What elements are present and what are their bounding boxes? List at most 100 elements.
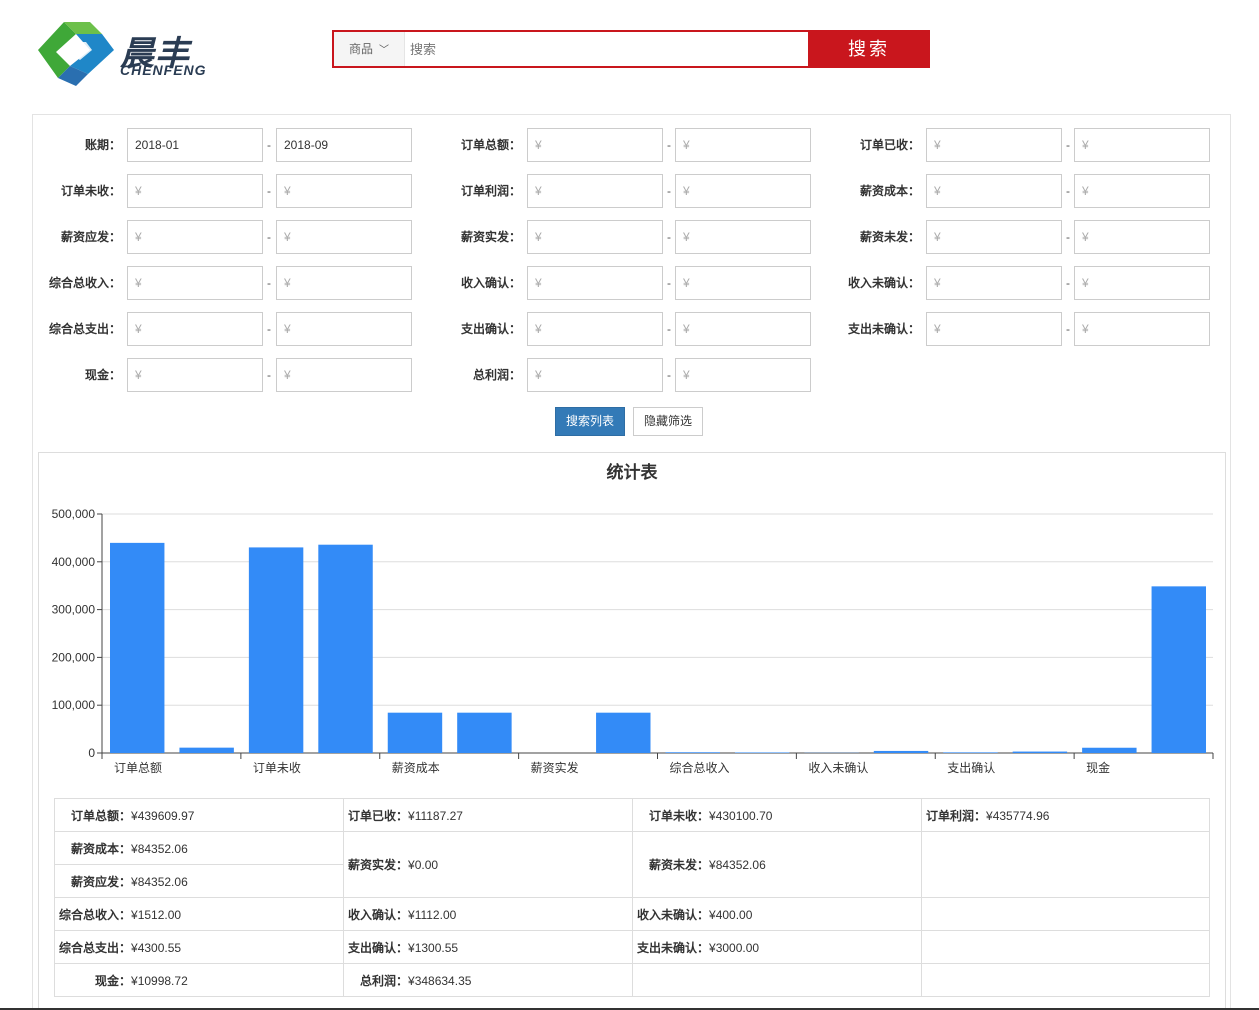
range-separator: - <box>667 184 671 198</box>
filter-from-input[interactable]: ¥ <box>527 174 663 208</box>
filter-to-input[interactable]: ¥ <box>675 312 811 346</box>
stat-label: 总利润： <box>360 973 409 988</box>
y-tick-label: 400,000 <box>52 555 96 569</box>
range-separator: - <box>267 368 271 382</box>
table-row: 订单总额：¥439609.97 订单已收：¥11187.27 订单未收：¥430… <box>54 798 1210 832</box>
stat-cell: 薪资应发：¥84352.06 <box>54 864 344 898</box>
hide-filter-button[interactable]: 隐藏筛选 <box>633 407 703 436</box>
search-bar: 商品 ﹀ 搜索 <box>332 30 930 68</box>
range-separator: - <box>667 368 671 382</box>
filter-from-input[interactable]: 2018-01 <box>127 128 263 162</box>
x-tick-label: 综合总收入 <box>670 760 730 775</box>
filter-to-input[interactable]: ¥ <box>675 174 811 208</box>
y-tick-label: 100,000 <box>52 698 96 712</box>
stat-label: 收入未确认： <box>637 907 710 922</box>
filter-label: 薪资未发： <box>859 230 920 244</box>
stat-cell: 综合总支出：¥4300.55 <box>54 930 344 964</box>
filter-from-input[interactable]: ¥ <box>926 220 1062 254</box>
filter-to-input[interactable]: ¥ <box>675 358 811 392</box>
bar-chart: 0 100,000 200,000 300,000 400,000 500,000 订单总额… <box>52 507 1214 775</box>
stat-cell: 薪资实发：¥0.00 <box>343 831 633 898</box>
filter-from-input[interactable]: ¥ <box>527 312 663 346</box>
filter-from-input[interactable]: ¥ <box>926 174 1062 208</box>
filter-from-input[interactable]: ¥ <box>127 220 263 254</box>
filter-from-input[interactable]: ¥ <box>527 128 663 162</box>
bar <box>179 747 234 753</box>
search-list-button[interactable]: 搜索列表 <box>555 407 625 436</box>
filter-label: 现金： <box>84 368 121 382</box>
stat-cell-empty <box>632 963 922 997</box>
filter-from-input[interactable]: ¥ <box>926 312 1062 346</box>
range-separator: - <box>667 276 671 290</box>
y-tick-label: 200,000 <box>52 650 96 664</box>
filter-from-input[interactable]: ¥ <box>926 266 1062 300</box>
bar <box>873 750 929 753</box>
stat-cell: 薪资未发：¥84352.06 <box>632 831 922 898</box>
filter-to-input[interactable]: ¥ <box>1074 128 1210 162</box>
stat-cell: 订单未收：¥430100.70 <box>632 798 922 832</box>
stat-label: 订单利润： <box>926 808 987 823</box>
filter-from-input[interactable]: ¥ <box>127 312 263 346</box>
filter-to-input[interactable]: ¥ <box>1074 220 1210 254</box>
table-row: 综合总支出：¥4300.55 支出确认：¥1300.55 支出未确认：¥3000… <box>54 930 1210 964</box>
table-row: 综合总收入：¥1512.00 收入确认：¥1112.00 收入未确认：¥400.… <box>54 897 1210 931</box>
filter-to-input[interactable]: ¥ <box>1074 174 1210 208</box>
filter-from-input[interactable]: ¥ <box>926 128 1062 162</box>
filter-label: 订单利润： <box>460 184 521 198</box>
range-separator: - <box>1066 230 1070 244</box>
search-input[interactable] <box>406 32 814 66</box>
stat-cell: 收入未确认：¥400.00 <box>632 897 922 931</box>
range-separator: - <box>267 138 271 152</box>
filter-from-input[interactable]: ¥ <box>527 358 663 392</box>
filter-to-input[interactable]: ¥ <box>276 266 412 300</box>
bar <box>665 752 720 753</box>
stat-value: ¥10998.72 <box>131 973 188 988</box>
filter-from-input[interactable]: ¥ <box>127 174 263 208</box>
chevron-down-icon: ﹀ <box>379 45 389 56</box>
filter-label: 收入未确认： <box>847 276 920 290</box>
search-category-select[interactable]: 商品 ﹀ <box>334 32 405 66</box>
filter-to-input[interactable]: ¥ <box>276 358 412 392</box>
stat-value: ¥1112.00 <box>408 907 457 922</box>
chenfeng-logo[interactable]: 晨丰 CHENFENG <box>30 12 230 88</box>
filter-from-input[interactable]: ¥ <box>127 358 263 392</box>
stat-value: ¥435774.96 <box>986 808 1050 823</box>
filter-from-input[interactable]: ¥ <box>527 266 663 300</box>
bar <box>734 752 790 753</box>
filter-to-input[interactable]: ¥ <box>276 220 412 254</box>
stat-label: 薪资实发： <box>348 858 409 872</box>
filter-to-input[interactable]: ¥ <box>1074 266 1210 300</box>
bar <box>596 712 651 753</box>
stat-value: ¥11187.27 <box>408 808 463 823</box>
x-tick-label: 薪资成本 <box>392 761 440 775</box>
stat-cell: 收入确认：¥1112.00 <box>343 897 633 931</box>
filter-to-input[interactable]: 2018-09 <box>276 128 412 162</box>
filter-to-input[interactable]: ¥ <box>276 174 412 208</box>
stat-label: 现金： <box>95 973 132 988</box>
filter-label: 收入确认： <box>460 276 521 290</box>
filter-to-input[interactable]: ¥ <box>1074 312 1210 346</box>
filter-from-input[interactable]: ¥ <box>527 220 663 254</box>
stat-cell-empty <box>921 831 1210 898</box>
bar <box>387 712 443 753</box>
stat-value: ¥348634.35 <box>408 973 472 988</box>
filter-to-input[interactable]: ¥ <box>276 312 412 346</box>
range-separator: - <box>667 322 671 336</box>
search-button[interactable]: 搜索 <box>808 30 930 68</box>
filter-to-input[interactable]: ¥ <box>675 128 811 162</box>
range-separator: - <box>667 138 671 152</box>
filter-to-input[interactable]: ¥ <box>675 220 811 254</box>
bar <box>1012 751 1068 753</box>
filter-to-input[interactable]: ¥ <box>675 266 811 300</box>
range-separator: - <box>267 184 271 198</box>
filter-from-input[interactable]: ¥ <box>127 266 263 300</box>
stat-value: ¥3000.00 <box>709 940 760 955</box>
stat-value: ¥84352.06 <box>709 858 766 872</box>
bar <box>1151 586 1206 753</box>
x-tick-label: 薪资实发 <box>531 760 579 775</box>
stat-cell: 薪资成本：¥84352.06 <box>54 831 344 865</box>
bar <box>248 547 304 753</box>
y-tick-label: 0 <box>88 746 95 760</box>
stat-value: ¥430100.70 <box>709 808 773 823</box>
stat-value: ¥4300.55 <box>131 940 182 955</box>
